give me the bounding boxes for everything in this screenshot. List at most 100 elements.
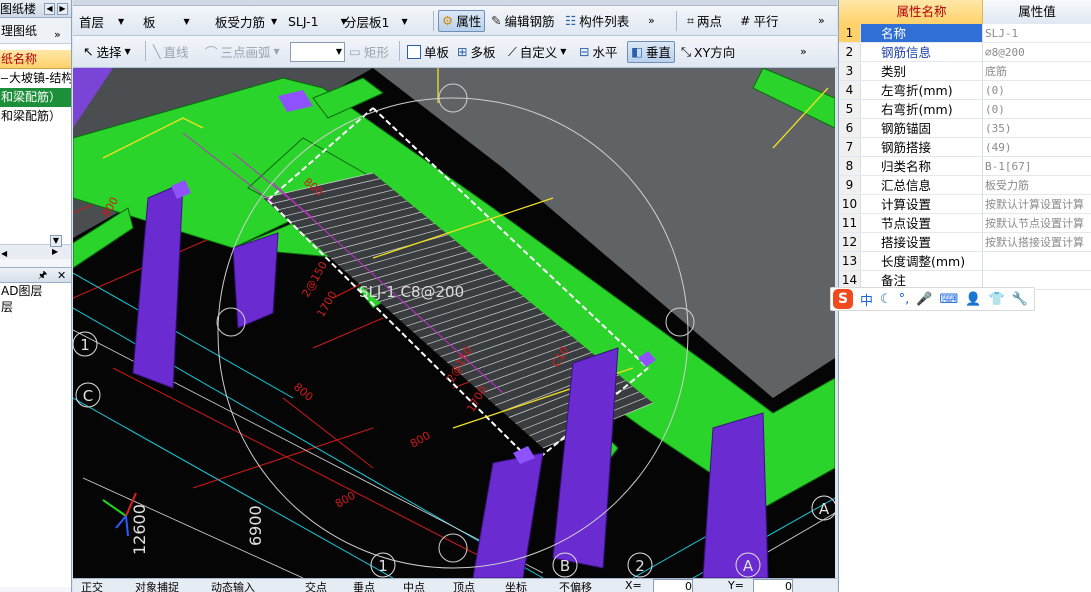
moon-icon[interactable]: ☾: [880, 292, 892, 307]
property-row[interactable]: 11 节点设置 按默认节点设置计算: [839, 214, 1091, 233]
property-value[interactable]: [983, 252, 1091, 270]
edit-rebar-label: 编辑钢筋: [504, 14, 555, 29]
property-button[interactable]: ⚙ 属性: [438, 9, 486, 32]
microphone-icon[interactable]: 🎤: [916, 292, 932, 307]
no-offset-select[interactable]: 不偏移: [559, 579, 592, 592]
property-row[interactable]: 3 类别 底筋: [839, 62, 1091, 81]
hscroll-bar[interactable]: ◀ ▶: [0, 245, 71, 259]
row-number: 1: [839, 24, 861, 42]
component-type-select[interactable]: 板 ▼: [143, 10, 201, 32]
subtype-select[interactable]: 板受力筋 ▼: [215, 10, 285, 32]
intersection-snap-button[interactable]: 交点: [305, 579, 327, 592]
line-button[interactable]: ╲ 直线: [153, 36, 189, 67]
perpendicular-snap-button[interactable]: 垂点: [353, 579, 375, 592]
punctuation-icon[interactable]: °,: [899, 292, 910, 307]
property-value[interactable]: (0): [983, 100, 1091, 118]
property-value[interactable]: (0): [983, 81, 1091, 99]
property-rows: 1 名称 SLJ-1 2 钢筋信息 ⌀8@200 3 类别 底筋 4 左弯折(mm) (0) 5 右弯折(…: [839, 24, 1091, 290]
xy-direction-button[interactable]: ⤡ XY方向: [681, 36, 735, 67]
property-value[interactable]: B-1[67]: [983, 157, 1091, 175]
drawing-canvas[interactable]: SLJ-1 C8@200 800 800 800 800 1700 1700 2…: [73, 68, 835, 578]
x-input[interactable]: 0: [653, 579, 693, 592]
property-row[interactable]: 10 计算设置 按默认计算设置计算: [839, 195, 1091, 214]
property-row[interactable]: 7 钢筋搭接 (49): [839, 138, 1091, 157]
rect-icon: ▭: [349, 44, 361, 59]
cad-layer-row[interactable]: AD图层: [0, 283, 71, 299]
more-icon[interactable]: »: [818, 6, 825, 35]
grip-circle[interactable]: [438, 533, 468, 563]
column-header-name[interactable]: 纸名称: [0, 50, 71, 69]
rect-button[interactable]: ▭ 矩形: [349, 36, 389, 67]
coordinate-snap-button[interactable]: 坐标: [505, 579, 527, 592]
sogou-logo-icon[interactable]: S: [833, 289, 853, 309]
toolbar-draw: ↖ 选择 ▼ ╲ 直线 ⌒ 三点画弧 ▼ ▼ ▭ 矩形 单板 ⊞ 多板 ⟋ 自定义 ▼ ⊟ 水平 ◧…: [73, 36, 837, 68]
multi-slab-button[interactable]: ⊞ 多板: [457, 36, 496, 67]
property-value[interactable]: SLJ-1: [983, 24, 1091, 42]
wrench-icon[interactable]: 🔧: [1012, 292, 1028, 307]
scroll-right-icon[interactable]: ▶: [57, 3, 68, 15]
keyboard-icon[interactable]: ⌨: [940, 292, 959, 307]
drawing-row[interactable]: 大坡镇-结构: [0, 69, 71, 88]
property-row[interactable]: 4 左弯折(mm) (0): [839, 81, 1091, 100]
horizontal-button[interactable]: ⊟ 水平: [579, 36, 618, 67]
property-name: 钢筋锚固: [861, 119, 983, 137]
scroll-left-icon[interactable]: ◀: [44, 3, 55, 15]
select-button[interactable]: ↖ 选择 ▼: [83, 36, 131, 67]
property-row[interactable]: 9 汇总信息 板受力筋: [839, 176, 1091, 195]
floor-select[interactable]: 首层 ▼: [79, 10, 137, 32]
close-icon[interactable]: ✕: [57, 268, 66, 284]
scroll-right-icon[interactable]: ▶: [52, 245, 58, 259]
property-row[interactable]: 6 钢筋锚固 (35): [839, 119, 1091, 138]
cad-viewport[interactable]: SLJ-1 C8@200 800 800 800 800 1700 1700 2…: [73, 68, 835, 578]
ortho-button[interactable]: 正交: [81, 579, 103, 592]
midpoint-snap-button[interactable]: 中点: [403, 579, 425, 592]
two-points-button[interactable]: ⌗ 两点: [687, 6, 722, 35]
property-value[interactable]: 按默认计算设置计算: [983, 195, 1091, 213]
more-icon[interactable]: »: [800, 36, 807, 67]
header-property-name[interactable]: 属性名称: [861, 0, 983, 24]
property-row[interactable]: 5 右弯折(mm) (0): [839, 100, 1091, 119]
pin-icon[interactable]: 🖈: [38, 268, 47, 284]
floor-value: 首层: [79, 14, 105, 30]
property-value[interactable]: 按默认节点设置计算: [983, 214, 1091, 232]
property-row[interactable]: 2 钢筋信息 ⌀8@200: [839, 43, 1091, 62]
property-value[interactable]: (35): [983, 119, 1091, 137]
property-row[interactable]: 1 名称 SLJ-1: [839, 24, 1091, 43]
ime-mode-button[interactable]: 中: [860, 290, 873, 309]
property-row[interactable]: 8 归类名称 B-1[67]: [839, 157, 1091, 176]
property-value[interactable]: ⌀8@200: [983, 43, 1091, 61]
property-value[interactable]: 板受力筋: [983, 176, 1091, 194]
layer-row[interactable]: 层: [0, 299, 71, 315]
scroll-left-icon[interactable]: ◀: [1, 249, 7, 258]
line-style-combo[interactable]: ▼: [290, 36, 345, 67]
property-value[interactable]: 底筋: [983, 62, 1091, 80]
row-number: 7: [839, 138, 861, 156]
header-property-value[interactable]: 属性值: [983, 0, 1091, 24]
user-icon[interactable]: 👤: [965, 292, 981, 307]
more-icon[interactable]: »: [54, 22, 61, 48]
separator: [399, 41, 400, 61]
property-row[interactable]: 12 搭接设置 按默认搭接设置计算: [839, 233, 1091, 252]
dynamic-input-button[interactable]: 动态输入: [211, 579, 255, 592]
layer-select[interactable]: 分层板1 ▼: [344, 10, 428, 32]
drawing-row[interactable]: 和梁配筋）: [0, 107, 71, 126]
custom-button[interactable]: ⟋ 自定义 ▼: [508, 36, 566, 67]
component-list-button[interactable]: ☷ 构件列表: [565, 6, 629, 35]
property-value[interactable]: (49): [983, 138, 1091, 156]
manage-drawings-tab[interactable]: 理图纸 »: [0, 18, 71, 44]
y-input[interactable]: 0: [753, 579, 793, 592]
property-value[interactable]: 按默认搭接设置计算: [983, 233, 1091, 251]
more-icon[interactable]: »: [648, 6, 655, 35]
skin-icon[interactable]: 👕: [988, 292, 1004, 307]
property-row[interactable]: 13 长度调整(mm): [839, 252, 1091, 271]
vertex-snap-button[interactable]: 顶点: [453, 579, 475, 592]
layer-panel-titlebar[interactable]: 🖈 ✕: [0, 267, 71, 283]
parallel-button[interactable]: # 平行: [740, 6, 779, 35]
rebar-label[interactable]: SLJ-1 C8@200: [359, 283, 464, 301]
object-snap-button[interactable]: 对象捕捉: [135, 579, 179, 592]
edit-rebar-button[interactable]: ✎ 编辑钢筋: [491, 6, 555, 35]
single-slab-button[interactable]: 单板: [407, 36, 449, 67]
drawing-row-selected[interactable]: 和梁配筋）: [0, 88, 71, 107]
vertical-button[interactable]: ◧ 垂直: [627, 40, 675, 63]
arc-button[interactable]: ⌒ 三点画弧 ▼: [205, 36, 280, 67]
